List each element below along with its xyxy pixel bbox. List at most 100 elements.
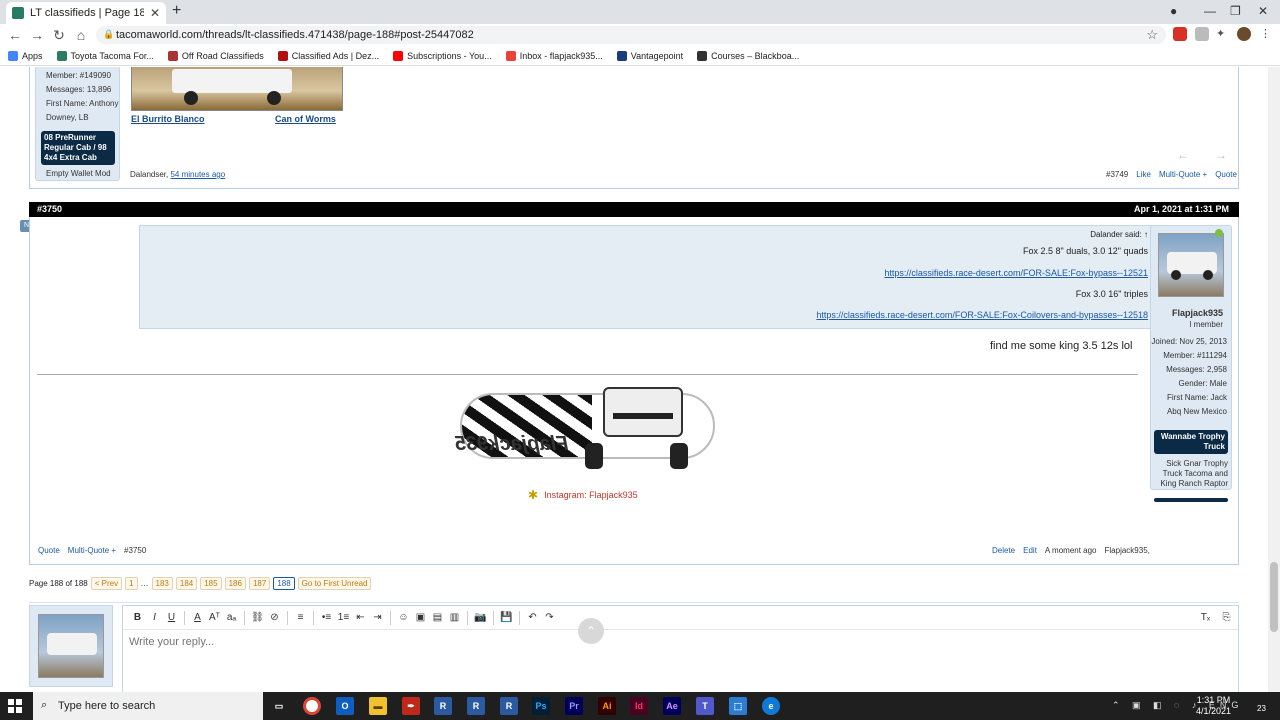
reply-input[interactable] [129, 636, 529, 648]
link-icon[interactable]: ⛓ [249, 609, 266, 627]
bookmark-vantagepoint[interactable]: Vantagepoint [616, 50, 683, 61]
back-icon[interactable]: ← [4, 27, 26, 43]
acrobat-icon[interactable]: ✒ [402, 697, 420, 715]
minimize-icon[interactable]: — [1204, 4, 1216, 18]
extensions-puzzle-icon[interactable]: ✦ [1216, 27, 1230, 41]
instagram-text[interactable]: Instagram: Flapjack935 [544, 490, 638, 500]
prev-page-button[interactable]: < Prev [90, 577, 123, 590]
indesign-icon[interactable]: Id [630, 697, 648, 715]
page-186[interactable]: 186 [224, 577, 246, 590]
page-188-current[interactable]: 188 [273, 577, 295, 590]
bookmark-toyota[interactable]: Toyota Tacoma For... [56, 50, 154, 61]
quote-author[interactable]: Dalander said: ↑ [1090, 230, 1148, 239]
chrome-icon[interactable] [303, 697, 321, 715]
new-tab-icon[interactable]: + [172, 2, 181, 20]
windows-start-icon[interactable] [8, 699, 22, 713]
font-family-icon[interactable]: aₐ [223, 609, 240, 627]
home-icon[interactable]: ⌂ [70, 27, 92, 43]
multi-quote-button[interactable]: Multi-Quote + [1159, 170, 1207, 179]
post-header-number[interactable]: #3750 [37, 204, 62, 214]
prev-arrow-icon[interactable]: ← [1177, 148, 1189, 162]
user-avatar[interactable] [1158, 233, 1224, 297]
unlink-icon[interactable]: ⊘ [266, 609, 283, 627]
go-to-first-unread-button[interactable]: Go to First Unread [297, 577, 372, 590]
close-tab-icon[interactable]: ✕ [150, 6, 160, 20]
bookmark-offroad[interactable]: Off Road Classifieds [167, 50, 264, 61]
adblock-extension-icon[interactable] [1173, 27, 1187, 41]
profile-menu-icon[interactable]: ● [1170, 4, 1177, 18]
quote-block-icon[interactable]: ▥ [446, 609, 463, 627]
post-number-main[interactable]: #3750 [124, 546, 146, 555]
menu-kebab-icon[interactable]: ⋮ [1260, 27, 1274, 41]
align-icon[interactable]: ≡ [292, 609, 309, 627]
maximize-icon[interactable]: ❐ [1230, 4, 1241, 18]
quote-button-main[interactable]: Quote [38, 546, 60, 555]
multi-quote-button-main[interactable]: Multi-Quote + [68, 546, 116, 555]
image-icon[interactable]: ▣ [412, 609, 429, 627]
italic-icon[interactable]: I [146, 609, 163, 627]
bold-icon[interactable]: B [129, 609, 146, 627]
r-app-icon-3[interactable]: R [500, 697, 518, 715]
username[interactable]: Flapjack935 [1172, 308, 1223, 318]
quote-button[interactable]: Quote [1215, 170, 1237, 179]
text-color-icon[interactable]: A [189, 609, 206, 627]
url-bar[interactable]: 🔒 tacomaworld.com/threads/lt-classifieds… [96, 26, 1166, 44]
post-number[interactable]: #3749 [1106, 170, 1128, 179]
save-draft-icon[interactable]: 💾 [498, 609, 515, 627]
taskbar-search[interactable]: ⌕ Type here to search [33, 692, 263, 720]
notification-center-icon[interactable]: 23 [1252, 698, 1266, 713]
smilie-icon[interactable]: ☺ [395, 609, 412, 627]
page-1[interactable]: 1 [125, 577, 138, 590]
page-183[interactable]: 183 [151, 577, 173, 590]
bookmark-apps[interactable]: Apps [8, 50, 43, 61]
taskbar-clock[interactable]: 1:31 PM 4/1/2021 [1196, 695, 1231, 717]
bullet-list-icon[interactable]: •≡ [318, 609, 335, 627]
page-185[interactable]: 185 [200, 577, 222, 590]
link-can-of-worms[interactable]: Can of Worms [275, 114, 336, 124]
like-button[interactable]: Like [1136, 170, 1151, 179]
bookmark-gmail[interactable]: Inbox - flapjack935... [505, 50, 603, 61]
extension-icon[interactable] [1195, 27, 1209, 41]
underline-icon[interactable]: U [163, 609, 180, 627]
link-el-burrito-blanco[interactable]: El Burrito Blanco [131, 114, 205, 124]
close-window-icon[interactable]: ✕ [1258, 4, 1268, 18]
edge-icon[interactable]: e [762, 697, 780, 715]
page-scrollbar[interactable] [1268, 67, 1280, 692]
forward-icon[interactable]: → [26, 27, 48, 43]
page-184[interactable]: 184 [175, 577, 198, 590]
outdent-icon[interactable]: ⇤ [352, 609, 369, 627]
next-arrow-icon[interactable]: → [1215, 148, 1227, 162]
indent-icon[interactable]: ⇥ [369, 609, 386, 627]
undo-icon[interactable]: ↶ [524, 609, 541, 627]
media-icon[interactable]: ▤ [429, 609, 446, 627]
teams-icon[interactable]: T [696, 697, 714, 715]
bookmark-star-icon[interactable]: ☆ [1146, 27, 1158, 43]
r-app-icon-1[interactable]: R [434, 697, 452, 715]
font-size-icon[interactable]: Aᵀ [206, 609, 223, 627]
post-author-main[interactable]: Flapjack935, [1105, 546, 1150, 555]
scrollbar-thumb[interactable] [1270, 562, 1278, 632]
remove-format-icon[interactable]: Tₓ [1197, 609, 1214, 627]
scroll-to-top-icon[interactable]: ⌃ [578, 618, 604, 644]
toggle-bbcode-icon[interactable]: ⎘ [1218, 609, 1235, 627]
reply-avatar[interactable] [29, 605, 113, 687]
file-explorer-icon[interactable]: ▬ [369, 697, 387, 715]
reload-icon[interactable]: ↻ [48, 27, 70, 44]
quote-link-2[interactable]: https://classifieds.race-desert.com/FOR-… [816, 310, 1148, 320]
photoshop-icon[interactable]: Ps [532, 697, 550, 715]
numbered-list-icon[interactable]: 1≡ [335, 609, 352, 627]
bookmark-blackboard[interactable]: Courses – Blackboa... [697, 50, 799, 61]
post-author[interactable]: Dalandser, [130, 170, 168, 179]
premiere-icon[interactable]: Pr [565, 697, 583, 715]
truck-photo[interactable] [131, 67, 343, 111]
outlook-icon[interactable]: O [336, 697, 354, 715]
quote-link-1[interactable]: https://classifieds.race-desert.com/FOR-… [884, 268, 1148, 278]
redo-icon[interactable]: ↷ [541, 609, 558, 627]
post-time-main[interactable]: A moment ago [1045, 546, 1097, 555]
post-time[interactable]: 54 minutes ago [170, 170, 225, 179]
illustrator-icon[interactable]: Ai [598, 697, 616, 715]
camera-icon[interactable]: 📷 [472, 609, 489, 627]
delete-button[interactable]: Delete [992, 546, 1015, 555]
edit-button[interactable]: Edit [1023, 546, 1037, 555]
profile-avatar-icon[interactable] [1237, 27, 1251, 41]
